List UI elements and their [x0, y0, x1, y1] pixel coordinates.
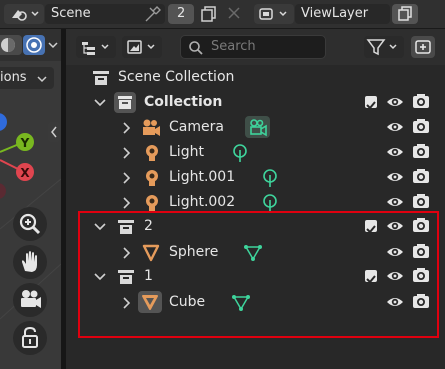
- row-label: Light.001: [169, 169, 236, 185]
- chevron-right-icon[interactable]: [120, 115, 134, 140]
- filter-dropdown[interactable]: [364, 36, 404, 58]
- camera-view-button[interactable]: [13, 283, 47, 317]
- collection-box-icon: [118, 96, 132, 109]
- camera-object-icon: [143, 119, 160, 136]
- duplicate-view-layer-icon: [398, 6, 412, 21]
- search-placeholder: Search: [211, 39, 256, 54]
- shading-material-icon: [26, 37, 42, 53]
- scene-collection-icon: [93, 71, 109, 85]
- view-layer-filter-dropdown[interactable]: [122, 36, 162, 58]
- view-layer-type-dropdown[interactable]: [254, 4, 294, 24]
- eye-icon: [387, 198, 403, 206]
- render-camera-icon: [413, 169, 429, 183]
- eye-icon: [387, 123, 403, 131]
- lock-view-button[interactable]: [13, 321, 47, 355]
- shading-solid-button[interactable]: [0, 35, 22, 55]
- shading-dropdown-icon[interactable]: [47, 39, 59, 51]
- search-input[interactable]: Search: [180, 35, 326, 59]
- outliner-display-icon: [82, 42, 109, 55]
- zoom-button[interactable]: [13, 207, 47, 241]
- camera-data-icon: [250, 119, 267, 137]
- duplicate-scene-icon[interactable]: [200, 5, 218, 23]
- collection-icon: [114, 92, 136, 113]
- scene-users-text: 2: [177, 6, 186, 21]
- hand-icon: [22, 251, 37, 272]
- shading-material-button[interactable]: [23, 35, 45, 55]
- sidebar-toggle-icon[interactable]: [48, 122, 60, 142]
- image-icon: [127, 40, 155, 54]
- outliner-row-light[interactable]: Light: [66, 140, 439, 165]
- chevron-down-icon[interactable]: [93, 90, 107, 115]
- outliner-row-collection[interactable]: Collection: [66, 90, 439, 115]
- scene-name-field[interactable]: Scene: [45, 4, 165, 24]
- pan-button[interactable]: [13, 245, 47, 279]
- chevron-down-icon: [37, 76, 47, 83]
- viewport-header: [0, 29, 61, 61]
- view-layer-name-field[interactable]: ViewLayer: [295, 4, 390, 24]
- outliner-row-scene-collection[interactable]: Scene Collection: [66, 65, 439, 90]
- close-scene-icon[interactable]: [227, 6, 241, 20]
- viewport-options-label: ions: [0, 70, 27, 85]
- render-camera-icon: [413, 94, 429, 108]
- top-header: Scene 2 ViewLayer: [0, 0, 445, 29]
- light-object-icon: [146, 195, 158, 211]
- light-data-icon[interactable]: [262, 168, 278, 188]
- highlight-box: [78, 211, 439, 338]
- row-label: Scene Collection: [118, 69, 235, 85]
- light-object-icon: [146, 145, 158, 161]
- outliner-row-light-001[interactable]: Light.001: [66, 165, 439, 190]
- chevron-right-icon[interactable]: [120, 165, 134, 190]
- render-camera-icon: [413, 144, 429, 158]
- checkmark-icon: [366, 101, 376, 110]
- navigation-gizmo[interactable]: Y X: [0, 105, 61, 200]
- filter-icon: [366, 39, 397, 56]
- row-label: Light: [169, 144, 204, 160]
- viewport-options-dropdown[interactable]: ions: [0, 67, 54, 89]
- eye-icon: [387, 148, 403, 156]
- scene-icon: [12, 10, 39, 21]
- row-label: Collection: [144, 94, 223, 110]
- eye-icon: [387, 173, 403, 181]
- outliner-row-camera[interactable]: Camera: [66, 115, 439, 140]
- scene-type-dropdown[interactable]: [4, 4, 44, 24]
- scene-users-count[interactable]: 2: [168, 4, 194, 24]
- lock-icon: [22, 326, 38, 348]
- outliner-header: Search: [66, 29, 445, 65]
- zoom-icon: [19, 213, 41, 235]
- camera-icon: [21, 290, 41, 308]
- light-object-icon: [146, 170, 158, 186]
- new-collection-icon: [415, 40, 431, 54]
- axis-x-label: X: [20, 166, 30, 180]
- light-data-icon[interactable]: [232, 143, 248, 163]
- camera-data-button[interactable]: [245, 116, 270, 138]
- search-icon: [189, 41, 203, 55]
- chevron-right-icon[interactable]: [120, 140, 134, 165]
- scene-name-text: Scene: [51, 6, 91, 21]
- pin-icon[interactable]: [145, 6, 161, 22]
- row-label: Camera: [169, 119, 224, 135]
- light-data-icon[interactable]: [262, 193, 278, 213]
- render-camera-icon: [413, 119, 429, 133]
- render-camera-icon: [413, 194, 429, 208]
- shading-solid-icon: [1, 38, 15, 52]
- new-collection-button[interactable]: [411, 36, 435, 58]
- axis-y-label: Y: [20, 136, 30, 150]
- view-layer-icon: [259, 8, 287, 20]
- exclude-checkbox-collection[interactable]: [365, 96, 377, 110]
- add-view-layer-button[interactable]: [392, 4, 418, 24]
- display-mode-dropdown[interactable]: [76, 36, 116, 58]
- view-layer-name-text: ViewLayer: [301, 6, 369, 21]
- eye-icon: [387, 98, 403, 106]
